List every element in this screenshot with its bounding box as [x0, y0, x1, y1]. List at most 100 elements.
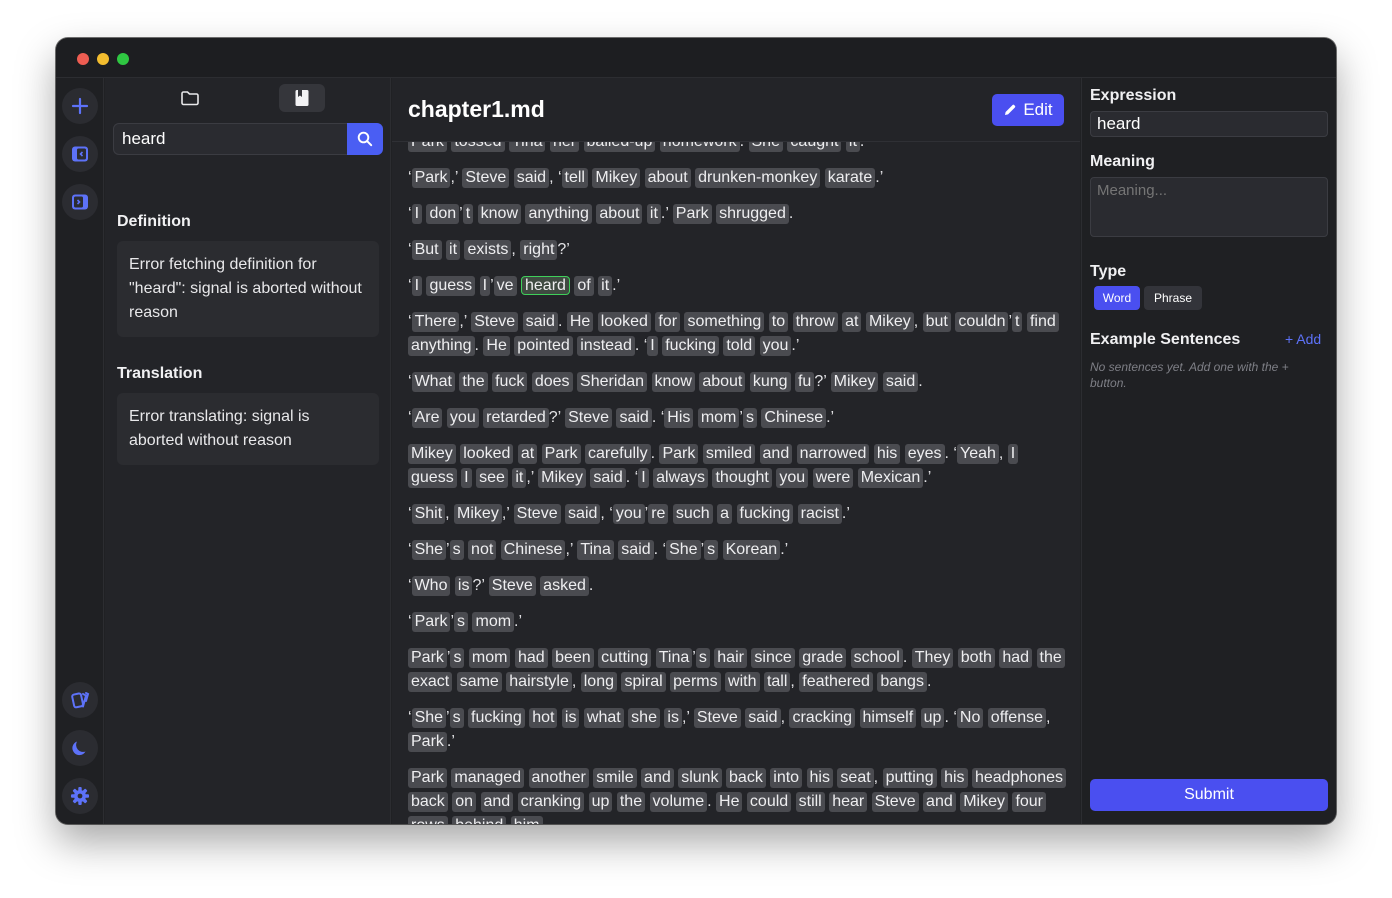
word-chip[interactable]: it — [598, 276, 613, 296]
toggle-left-sidebar-button[interactable] — [62, 136, 98, 172]
word-chip[interactable]: at — [842, 312, 862, 332]
word-chip[interactable]: the — [1036, 648, 1065, 668]
word-chip[interactable]: tell — [561, 168, 588, 188]
word-chip[interactable]: throw — [792, 312, 838, 332]
word-chip[interactable]: I — [638, 468, 649, 488]
word-chip[interactable]: bangs — [877, 672, 927, 692]
word-chip[interactable]: seat — [837, 768, 874, 788]
word-chip[interactable]: cutting — [598, 648, 652, 668]
word-chip[interactable]: Park — [541, 444, 581, 464]
word-chip[interactable]: Park — [408, 648, 447, 668]
word-chip[interactable]: caught — [787, 142, 842, 152]
word-chip[interactable]: is — [561, 708, 580, 728]
word-chip[interactable]: Mikey — [408, 444, 456, 464]
word-chip[interactable]: looked — [597, 312, 651, 332]
word-chip[interactable]: Tina — [508, 142, 546, 152]
word-chip[interactable]: it — [646, 204, 661, 224]
word-chip[interactable]: you — [612, 504, 645, 524]
word-chip[interactable]: something — [684, 312, 765, 332]
word-chip[interactable]: hairstyle — [506, 672, 572, 692]
word-chip[interactable]: know — [651, 372, 695, 392]
word-chip[interactable]: I — [461, 468, 472, 488]
word-chip[interactable]: drunken-monkey — [695, 168, 821, 188]
word-chip[interactable]: the — [616, 792, 646, 812]
word-chip[interactable]: balled-up — [583, 142, 656, 152]
word-chip[interactable]: spiral — [621, 672, 666, 692]
word-chip[interactable]: and — [641, 768, 674, 788]
word-chip[interactable]: Shit — [411, 504, 446, 524]
word-chip[interactable]: instead — [577, 336, 635, 356]
word-chip[interactable]: his — [941, 768, 968, 788]
word-chip[interactable]: s — [454, 612, 469, 632]
word-chip[interactable]: know — [477, 204, 521, 224]
word-chip[interactable]: at — [517, 444, 538, 464]
word-chip[interactable]: racist — [797, 504, 842, 524]
minimize-window-button[interactable] — [97, 53, 109, 65]
word-chip[interactable]: exact — [408, 672, 453, 692]
word-chip[interactable]: perms — [670, 672, 721, 692]
word-chip[interactable]: find — [1026, 312, 1059, 332]
word-chip[interactable]: of — [574, 276, 594, 296]
word-chip[interactable]: what — [583, 708, 624, 728]
word-chip[interactable]: long — [580, 672, 617, 692]
word-chip[interactable]: with — [725, 672, 760, 692]
word-chip[interactable]: but — [922, 312, 951, 332]
word-chip[interactable]: always — [653, 468, 709, 488]
word-chip[interactable]: There — [411, 312, 460, 332]
word-chip[interactable]: homework — [659, 142, 740, 152]
add-sentence-button[interactable]: + Add — [1285, 331, 1321, 347]
word-chip[interactable]: karate — [824, 168, 876, 188]
zoom-window-button[interactable] — [117, 53, 129, 65]
word-chip[interactable]: back — [726, 768, 766, 788]
submit-button[interactable]: Submit — [1090, 779, 1328, 811]
word-chip[interactable]: He — [716, 792, 743, 812]
word-chip[interactable]: s — [449, 540, 464, 560]
word-chip[interactable]: said — [565, 504, 601, 524]
word-chip[interactable]: himself — [859, 708, 917, 728]
word-chip[interactable]: Mikey — [960, 792, 1008, 812]
word-chip[interactable]: hair — [714, 648, 747, 668]
close-window-button[interactable] — [77, 53, 89, 65]
word-chip[interactable]: a — [717, 504, 733, 524]
word-chip[interactable]: behind — [452, 816, 507, 824]
word-chip[interactable]: anything — [525, 204, 592, 224]
word-chip[interactable]: fucking — [736, 504, 794, 524]
word-chip[interactable]: about — [699, 372, 746, 392]
word-chip[interactable]: retarded — [483, 408, 549, 428]
word-chip[interactable]: said — [618, 540, 654, 560]
word-chip[interactable]: said — [590, 468, 626, 488]
word-chip[interactable]: headphones — [971, 768, 1067, 788]
word-chip[interactable]: Mexican — [857, 468, 924, 488]
type-phrase-button[interactable]: Phrase — [1144, 286, 1202, 310]
word-chip[interactable]: re — [648, 504, 669, 524]
word-chip[interactable]: is — [454, 576, 473, 596]
word-chip[interactable]: mom — [697, 408, 740, 428]
word-chip[interactable]: her — [549, 142, 580, 152]
word-chip[interactable]: you — [776, 468, 809, 488]
word-chip[interactable]: mom — [472, 612, 515, 632]
word-chip[interactable]: looked — [460, 444, 514, 464]
word-chip[interactable]: carefully — [585, 444, 651, 464]
word-chip[interactable]: t — [1012, 312, 1023, 332]
word-chip[interactable]: told — [723, 336, 756, 356]
word-chip[interactable]: hear — [829, 792, 868, 812]
word-chip[interactable]: his — [806, 768, 833, 788]
word-chip[interactable]: smiled — [702, 444, 756, 464]
word-chip[interactable]: pointed — [514, 336, 573, 356]
word-chip[interactable]: right — [520, 240, 558, 260]
word-chip[interactable]: ve — [493, 276, 517, 296]
word-chip[interactable]: were — [812, 468, 854, 488]
tab-files[interactable] — [167, 84, 213, 112]
word-chip[interactable]: Chinese — [761, 408, 827, 428]
word-chip[interactable]: Mikey — [454, 504, 502, 524]
search-input[interactable] — [113, 123, 347, 155]
word-chip[interactable]: the — [459, 372, 488, 392]
word-chip[interactable]: fucking — [662, 336, 719, 356]
theme-toggle-button[interactable] — [62, 730, 98, 766]
word-chip[interactable]: s — [742, 408, 757, 428]
search-button[interactable] — [347, 123, 383, 155]
word-chip[interactable]: it — [512, 468, 527, 488]
word-chip[interactable]: still — [795, 792, 825, 812]
word-chip[interactable]: t — [462, 204, 474, 224]
word-chip[interactable]: had — [999, 648, 1033, 668]
